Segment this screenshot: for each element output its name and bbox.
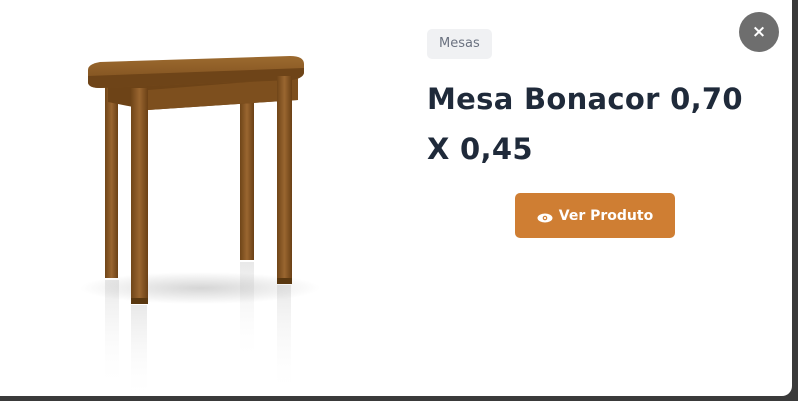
close-icon: × <box>751 22 767 42</box>
product-title: Mesa Bonacor 0,70 X 0,45 <box>427 82 743 166</box>
product-image <box>60 30 330 396</box>
product-quick-view-modal: Mesas Mesa Bonacor 0,70 X 0,45 Ver Produ… <box>0 0 792 396</box>
close-button[interactable]: × <box>739 12 779 52</box>
view-product-button[interactable]: Ver Produto <box>515 193 675 238</box>
view-product-label: Ver Produto <box>558 207 654 224</box>
category-badge[interactable]: Mesas <box>427 29 492 59</box>
eye-icon <box>537 211 553 222</box>
